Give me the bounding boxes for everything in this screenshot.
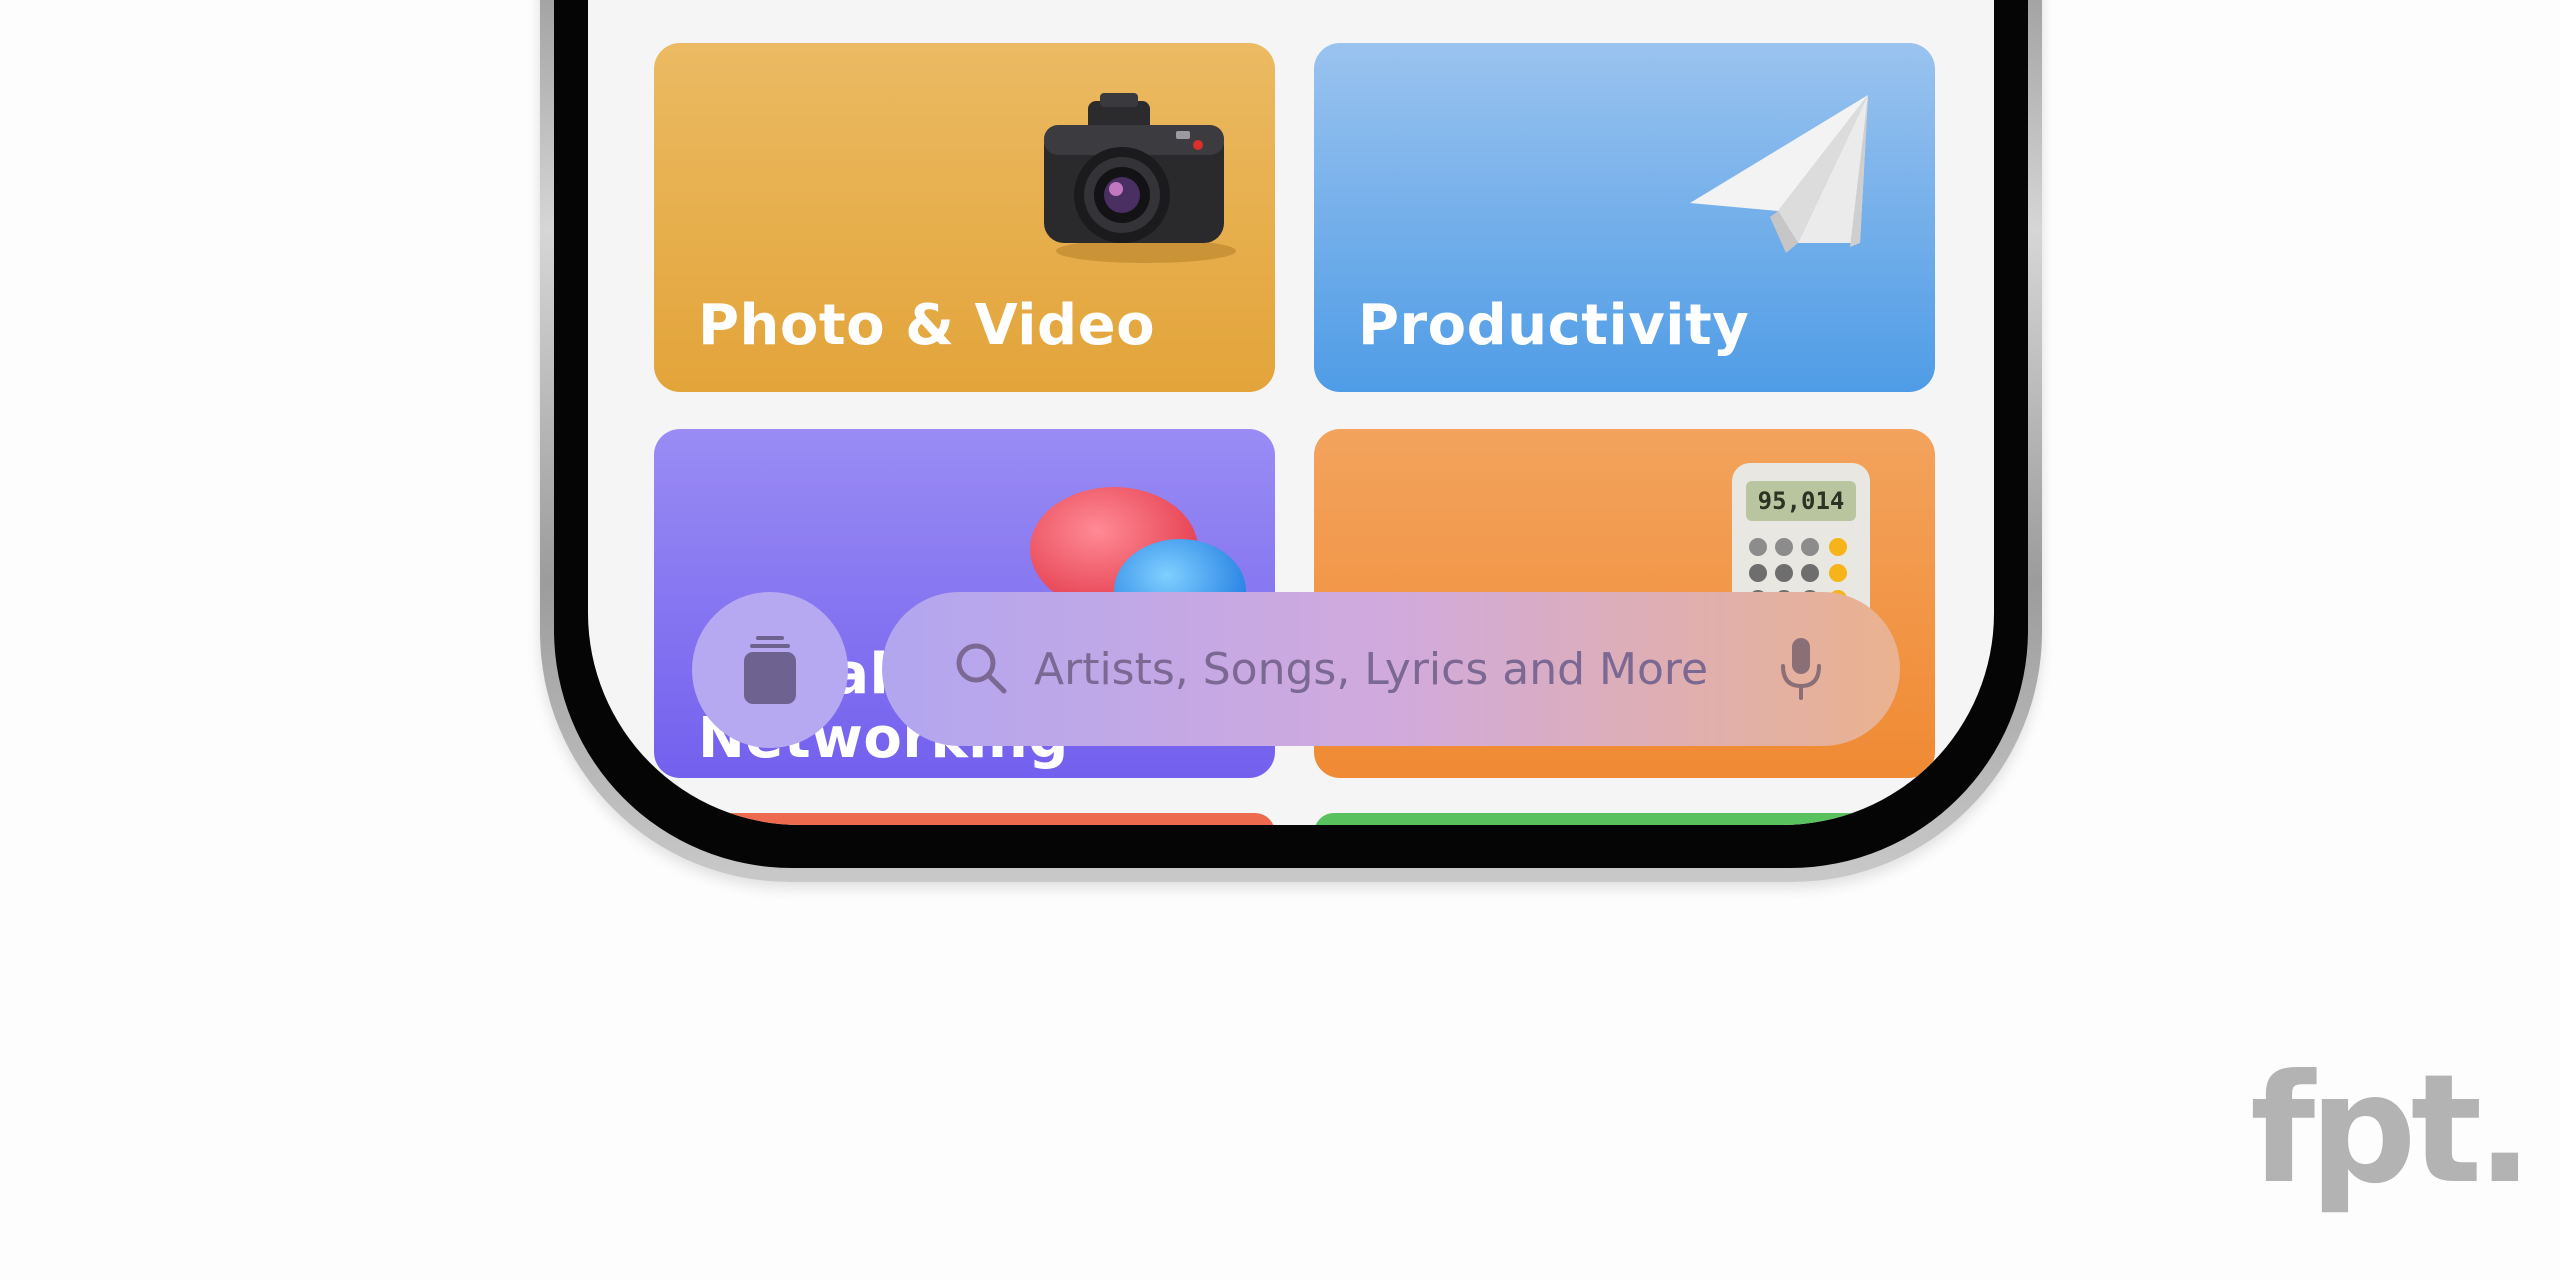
search-icon xyxy=(956,643,1007,694)
category-label: Photo & Video xyxy=(698,293,1156,358)
category-tile-partial[interactable] xyxy=(654,813,1275,825)
watermark-logo: fpt. xyxy=(2250,1043,2533,1217)
category-tile-photo-video[interactable]: Photo & Video xyxy=(654,43,1275,392)
microphone-icon[interactable] xyxy=(1778,636,1824,702)
camera-icon xyxy=(1044,93,1236,263)
library-button[interactable] xyxy=(692,592,848,748)
search-input[interactable]: Artists, Songs, Lyrics and More xyxy=(1034,644,1708,695)
category-label: Productivity xyxy=(1358,293,1750,358)
category-tile-productivity[interactable]: Productivity xyxy=(1314,43,1935,392)
library-stack-icon xyxy=(744,636,796,704)
category-tile-partial[interactable] xyxy=(1314,813,1935,825)
paper-plane-icon xyxy=(1690,95,1868,253)
svg-text:95,014: 95,014 xyxy=(1758,487,1845,515)
search-bar[interactable]: Artists, Songs, Lyrics and More xyxy=(882,592,1900,746)
